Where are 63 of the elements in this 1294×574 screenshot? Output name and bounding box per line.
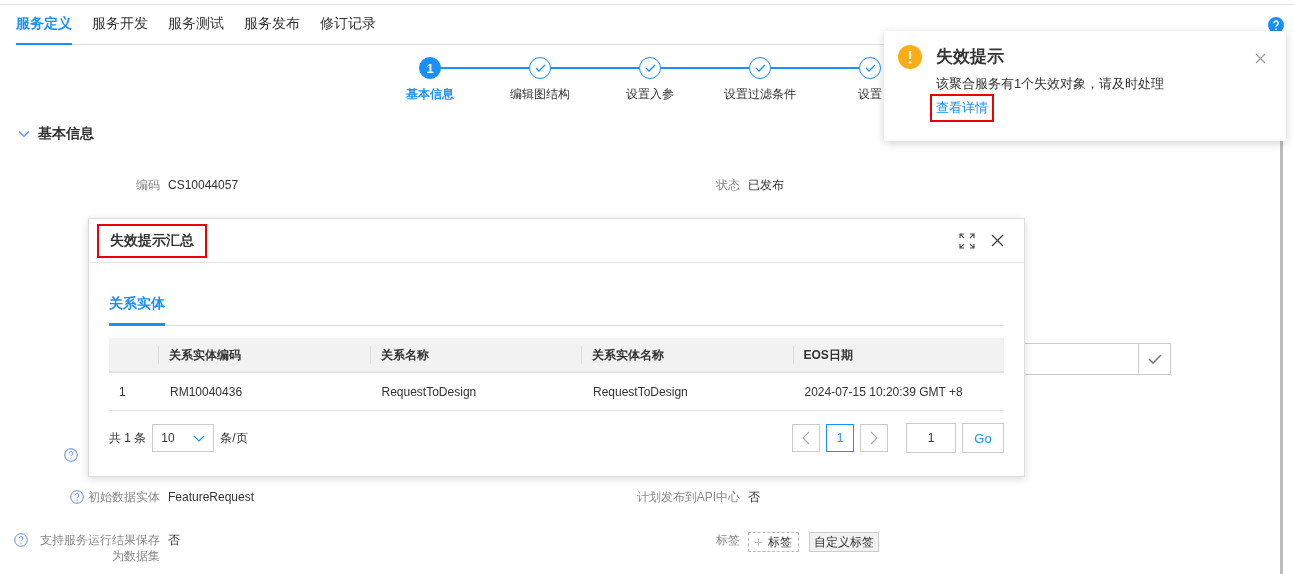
warning-icon [898, 45, 922, 69]
scrollbar[interactable] [1280, 141, 1283, 574]
column-header: 关系名称 [369, 345, 581, 364]
step-circle[interactable] [749, 57, 771, 79]
table-cell-text: RM10040436 [169, 384, 244, 399]
field-value: 否 [168, 532, 180, 548]
fullscreen-icon[interactable] [959, 232, 975, 249]
per-page-label: 条/页 [220, 429, 248, 447]
field-value: CS10044057 [168, 177, 239, 193]
tab[interactable]: 服务开发 [92, 5, 148, 45]
field-value: FeatureRequest [168, 489, 255, 505]
step-label: 基本信息 [406, 86, 454, 103]
help-icon[interactable] [70, 490, 84, 504]
total-count: 共 1 条 [109, 429, 147, 447]
check-icon [534, 64, 546, 72]
table-cell-text: 2024-07-15 10:20:39 GMT +8 [803, 384, 964, 399]
field-label: 初始数据实体 [88, 489, 160, 505]
field-label: 状态 [716, 177, 740, 193]
confirm-button[interactable] [1139, 343, 1171, 375]
table-cell-text: RequestToDesign [592, 384, 689, 399]
page-jump-field[interactable]: 1 [906, 423, 956, 453]
tab[interactable]: 服务测试 [168, 5, 224, 45]
check-icon [754, 64, 766, 72]
step-circle[interactable] [859, 57, 881, 79]
chevron-icon[interactable] [18, 130, 30, 138]
notification-title: 失效提示 [936, 46, 1004, 68]
section-title: 基本信息 [38, 125, 94, 143]
check-icon [644, 64, 656, 72]
column-header: 关系实体编码 [158, 345, 370, 364]
previous-page-button[interactable] [792, 424, 820, 452]
check-icon [1147, 354, 1162, 364]
step-label: 设置 [858, 86, 882, 103]
close-icon[interactable] [991, 234, 1004, 247]
step-circle[interactable] [529, 57, 551, 79]
chevron-left-icon [802, 431, 810, 445]
column-header: 关系实体名称 [581, 345, 793, 364]
chevron-right-icon [870, 431, 878, 445]
field-value: 否 [748, 489, 760, 505]
custom-tag-button[interactable]: 自定义标签 [809, 532, 879, 552]
step-label: 编辑图结构 [510, 86, 570, 103]
notification-message: 该聚合服务有1个失效对象，请及时处理 [936, 75, 1165, 93]
tab[interactable]: 服务发布 [244, 5, 300, 45]
help-icon[interactable] [14, 533, 28, 547]
step-label: 设置过滤条件 [724, 86, 796, 103]
table-cell-text: RequestToDesign [380, 384, 478, 399]
column-header: EOS日期 [792, 345, 1004, 364]
field-label: 标签 [716, 532, 740, 548]
field-value: 已发布 [748, 177, 784, 193]
next-page-button[interactable] [860, 424, 888, 452]
add-tag-button[interactable]: 标签 [748, 532, 799, 552]
step-circle[interactable] [639, 57, 661, 79]
field-label: 计划发布到API中心 [636, 489, 740, 505]
tab[interactable]: 修订记录 [320, 5, 376, 45]
help-icon[interactable] [64, 448, 78, 462]
caret-icon [193, 434, 206, 442]
check-icon [864, 64, 876, 72]
dialog-title: 失效提示汇总 [97, 223, 207, 258]
plus-icon [755, 538, 762, 546]
row-number: 1 [118, 384, 127, 399]
step-label: 设置入参 [626, 86, 674, 103]
field-label: 编码 [136, 177, 160, 193]
field-label: 支持服务运行结果保存为数据集 [39, 532, 160, 564]
page-size-select[interactable]: 10 [152, 424, 215, 452]
